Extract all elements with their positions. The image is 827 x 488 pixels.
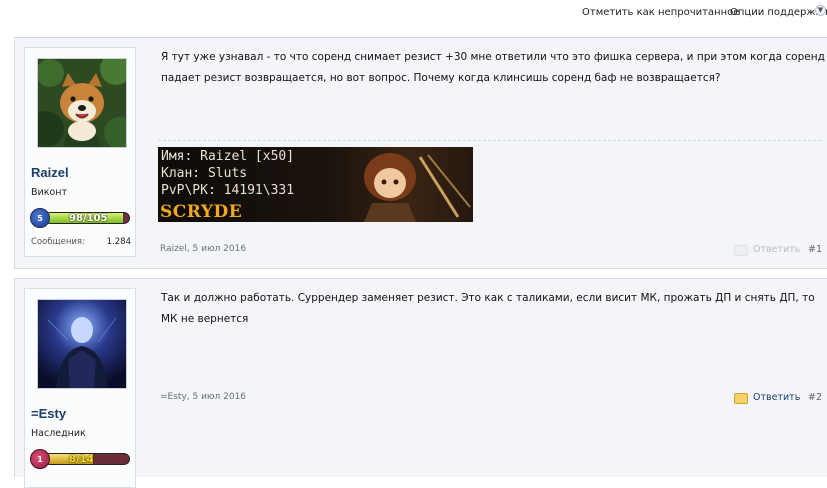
- thread-toolbar: Отметить как непрочитанное Опции поддерж…: [0, 0, 827, 26]
- xp-text: 98/105: [69, 213, 108, 224]
- xp-bar: 98/105: [44, 212, 130, 224]
- level-badge: 1: [30, 449, 50, 469]
- post-number[interactable]: #1: [808, 244, 822, 255]
- post-count-label: Сообщения:: [31, 237, 85, 247]
- post-meta[interactable]: Raizel, 5 июл 2016: [160, 244, 246, 254]
- chevron-down-icon[interactable]: ▼: [815, 5, 826, 16]
- username[interactable]: Raizel: [31, 165, 69, 180]
- level-bar: 8/14 1: [30, 449, 132, 469]
- mark-unread-link[interactable]: Отметить как непрочитанное: [582, 7, 739, 18]
- avatar[interactable]: [37, 58, 127, 148]
- reply-icon: [734, 245, 748, 256]
- signature-banner: Имя: Raizel [x50] Клан: Sluts PvP\PK: 14…: [158, 147, 473, 222]
- message-text: Я тут уже узнавал - то что соренд снимае…: [161, 51, 825, 84]
- reply-icon: [734, 393, 748, 404]
- post-count-value: 1.284: [106, 237, 131, 247]
- xp-bar: 8/14: [44, 453, 130, 465]
- avatar[interactable]: [37, 299, 127, 389]
- post-meta[interactable]: =Esty, 5 июл 2016: [160, 392, 246, 402]
- support-options-link[interactable]: Опции поддержки: [730, 7, 827, 18]
- post: Raizel Виконт 98/105 5 Сообщения: 1.284 …: [14, 37, 827, 269]
- user-title: Наследник: [31, 428, 86, 439]
- level-badge: 5: [30, 208, 50, 228]
- level-bar: 98/105 5: [30, 208, 132, 228]
- signature-name: Имя: Raizel [x50]: [161, 149, 295, 164]
- post-count: Сообщения: 1.284: [31, 237, 131, 247]
- post: =Esty Наследник 8/14 1 Так и должно рабо…: [14, 278, 827, 488]
- user-title: Виконт: [31, 187, 67, 198]
- user-info: Raizel Виконт 98/105 5 Сообщения: 1.284: [24, 47, 136, 257]
- signature-pvp: PvP\PK: 14191\331: [161, 183, 295, 198]
- username[interactable]: =Esty: [31, 406, 66, 421]
- signature-clan: Клан: Sluts: [161, 166, 248, 181]
- signature-divider: [158, 140, 821, 141]
- signature-logo: SCRYDE: [160, 202, 243, 222]
- post-number[interactable]: #2: [808, 392, 822, 403]
- xp-text: 8/14: [69, 454, 94, 465]
- message-text: Так и должно работать. Суррендер заменяе…: [161, 292, 815, 325]
- user-info: =Esty Наследник 8/14 1: [24, 288, 136, 488]
